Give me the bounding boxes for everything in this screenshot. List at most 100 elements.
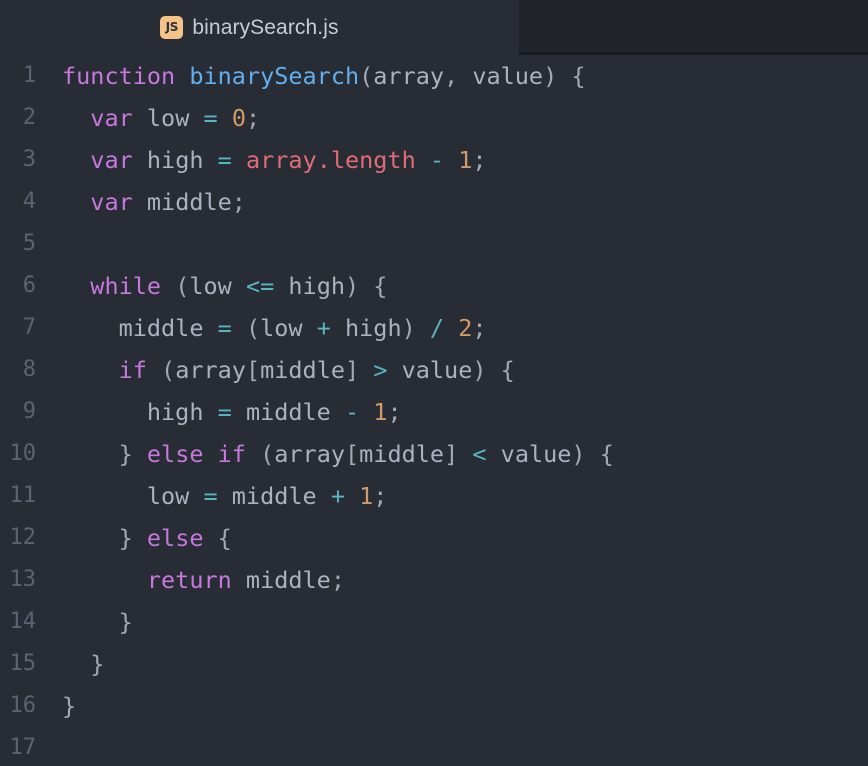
code-token xyxy=(345,482,359,510)
code-token xyxy=(62,146,90,174)
code-token: low xyxy=(260,314,317,342)
code-token xyxy=(62,650,90,678)
code-token: value xyxy=(487,440,572,468)
code-token: middle xyxy=(62,314,218,342)
code-line[interactable]: 1 function binarySearch(array, value) { xyxy=(0,55,868,97)
line-number: 16 xyxy=(0,685,36,727)
code-token xyxy=(232,146,246,174)
code-line[interactable]: 12 } else { xyxy=(0,517,868,559)
code-token: 1 xyxy=(373,398,387,426)
code-token: middle xyxy=(260,356,345,384)
code-token: ( xyxy=(246,314,260,342)
code-token: high xyxy=(62,398,218,426)
code-line[interactable]: 15 } xyxy=(0,643,868,685)
code-token xyxy=(444,314,458,342)
code-token: low xyxy=(62,482,203,510)
code-line[interactable]: 2 var low = 0; xyxy=(0,97,868,139)
line-number: 15 xyxy=(0,643,36,685)
code-token: ( xyxy=(359,62,373,90)
code-token: 1 xyxy=(359,482,373,510)
code-line[interactable]: 3 var high = array.length - 1; xyxy=(0,139,868,181)
code-line[interactable]: 13 return middle; xyxy=(0,559,868,601)
code-token: array.length xyxy=(246,146,416,174)
code-token: ) { xyxy=(472,356,514,384)
line-number: 8 xyxy=(0,349,36,391)
code-token: < xyxy=(472,440,486,468)
code-token: ) { xyxy=(345,272,387,300)
code-token: } xyxy=(62,692,76,720)
code-token: else xyxy=(147,524,204,552)
code-token: var xyxy=(90,146,132,174)
code-line[interactable]: 4 var middle; xyxy=(0,181,868,223)
code-token: , xyxy=(444,62,472,90)
code-token: 0 xyxy=(232,104,246,132)
code-token xyxy=(133,524,147,552)
code-line[interactable]: 16} xyxy=(0,685,868,727)
code-token xyxy=(175,62,189,90)
code-token: value xyxy=(472,62,543,90)
line-number: 9 xyxy=(0,391,36,433)
code-line[interactable]: 14 } xyxy=(0,601,868,643)
code-token xyxy=(62,188,90,216)
code-token: = xyxy=(203,482,217,510)
code-token: high xyxy=(274,272,345,300)
code-token xyxy=(416,146,430,174)
code-token: - xyxy=(430,146,444,174)
code-line-source: } else { xyxy=(62,517,232,559)
code-line[interactable]: 9 high = middle - 1; xyxy=(0,391,868,433)
code-token: middle xyxy=(218,482,331,510)
code-token xyxy=(359,356,373,384)
line-number: 4 xyxy=(0,181,36,223)
code-line[interactable]: 7 middle = (low + high) / 2; xyxy=(0,307,868,349)
line-number: 13 xyxy=(0,559,36,601)
code-line[interactable]: 10 } else if (array[middle] < value) { xyxy=(0,433,868,475)
code-token xyxy=(232,314,246,342)
code-token: ; xyxy=(331,566,345,594)
code-line[interactable]: 6 while (low <= high) { xyxy=(0,265,868,307)
code-token: else if xyxy=(147,440,246,468)
code-token: var xyxy=(90,188,132,216)
code-token: var xyxy=(90,104,132,132)
code-token: low xyxy=(189,272,246,300)
code-line[interactable]: 5 xyxy=(0,223,868,265)
code-token xyxy=(133,440,147,468)
code-token: ( xyxy=(161,356,175,384)
code-line[interactable]: 11 low = middle + 1; xyxy=(0,475,868,517)
code-token: <= xyxy=(246,272,274,300)
line-number: 14 xyxy=(0,601,36,643)
code-token: ) xyxy=(402,314,416,342)
code-token: + xyxy=(331,482,345,510)
code-line-source: function binarySearch(array, value) { xyxy=(62,55,586,97)
code-token: if xyxy=(119,356,147,384)
code-token: high xyxy=(133,146,218,174)
code-editor[interactable]: 1 function binarySearch(array, value) {2 … xyxy=(0,55,868,766)
code-token: ( xyxy=(260,440,274,468)
code-token: middle xyxy=(133,188,232,216)
code-token xyxy=(62,566,147,594)
code-token: + xyxy=(317,314,331,342)
code-line-source: var middle; xyxy=(62,181,246,223)
line-number: 2 xyxy=(0,97,36,139)
javascript-file-icon: JS xyxy=(160,16,183,39)
code-line[interactable]: 8 if (array[middle] > value) { xyxy=(0,349,868,391)
tab-binarysearch-js[interactable]: JS binarySearch.js xyxy=(0,0,519,55)
code-token: ) { xyxy=(543,62,585,90)
code-token: ] xyxy=(444,440,458,468)
line-number: 17 xyxy=(0,727,36,766)
line-number: 1 xyxy=(0,55,36,97)
code-line-source: } xyxy=(62,685,76,727)
code-token: 1 xyxy=(458,146,472,174)
code-token: [ xyxy=(345,440,359,468)
code-token: } xyxy=(90,650,104,678)
code-token: binarySearch xyxy=(189,62,359,90)
code-line-source: if (array[middle] > value) { xyxy=(62,349,515,391)
code-token xyxy=(62,356,119,384)
code-line-source: middle = (low + high) / 2; xyxy=(62,307,487,349)
code-token: } xyxy=(119,440,133,468)
code-line[interactable]: 17 xyxy=(0,727,868,766)
code-line-source: var low = 0; xyxy=(62,97,260,139)
line-number: 11 xyxy=(0,475,36,517)
code-token: ; xyxy=(387,398,401,426)
code-token xyxy=(161,272,175,300)
code-token: - xyxy=(345,398,359,426)
